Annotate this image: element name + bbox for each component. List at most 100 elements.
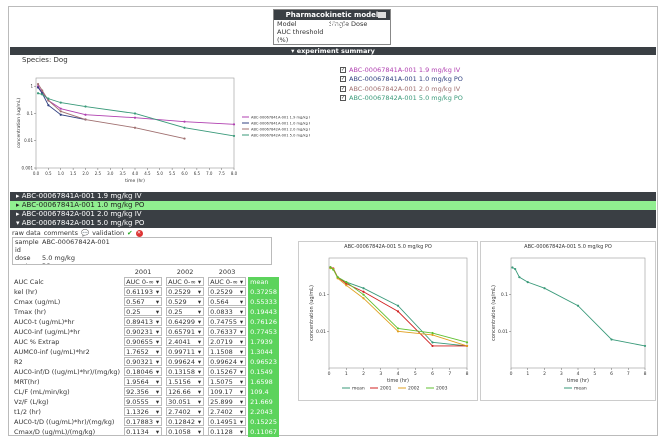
summary-chart-legend: ABC-00067841A-001 1.9 mg/kg IV ABC-000678… (242, 116, 310, 138)
x-tick-label: 8 (644, 371, 647, 377)
pk-options-panel: Pharmacokinetic model options Model Sing… (273, 9, 391, 45)
value-select[interactable]: 2.0719 ▾ (208, 337, 247, 346)
value-select[interactable]: 2.4041 ▾ (166, 337, 205, 346)
value-select[interactable]: 9.0555 ▾ (124, 397, 163, 406)
tab-comments[interactable]: comments (44, 229, 78, 237)
y-axis-label: concentration (ug/mL) (309, 285, 315, 341)
value-select[interactable]: 0.25 ▾ (166, 307, 205, 316)
legend-checkbox[interactable]: ✓ (340, 85, 346, 92)
value-select[interactable]: 0.1128 ▾ (208, 427, 247, 436)
group-row[interactable]: ▸ ABC-00067842A-001 2.0 mg/kg IV (10, 210, 656, 219)
legend-item[interactable]: ✓ ABC-00067841A-001 1.0 mg/kg PO (340, 75, 463, 85)
x-tick-label: 3 (379, 371, 382, 377)
auc-calc-select[interactable]: AUC 0-∞ ▾ (166, 277, 205, 286)
x-tick-label: 1 (526, 371, 529, 377)
x-tick-label: 6.5 (194, 171, 201, 176)
value-select[interactable]: 0.99711 ▾ (166, 347, 205, 356)
menu-icon[interactable] (378, 12, 386, 18)
legend-item[interactable]: ✓ ABC-00067842A-001 5.0 mg/kg PO (340, 94, 463, 104)
select-value: 9.0555 (126, 398, 149, 406)
legend-label: ABC-00067842A-001 5.0 mg/kg PO (349, 94, 463, 103)
value-select[interactable]: 0.99624 ▾ (208, 357, 247, 366)
auc-calc-select[interactable]: AUC 0-∞ ▾ (124, 277, 163, 286)
value-select[interactable]: 0.76337 ▾ (208, 327, 247, 336)
value-select[interactable]: 0.89413 ▾ (124, 317, 163, 326)
mean-cell: 2.2043 (248, 407, 279, 417)
value-select[interactable]: 0.65791 ▾ (166, 327, 205, 336)
value-select[interactable]: 30.051 ▾ (166, 397, 205, 406)
value-select[interactable]: 92.356 ▾ (124, 387, 163, 396)
value-select[interactable]: 0.12842 ▾ (166, 417, 205, 426)
value-select[interactable]: 0.0833 ▾ (208, 307, 247, 316)
legend-entry: ABC-00067841A-001 1.9 mg/kg IV (251, 116, 310, 120)
sample-value: PO (42, 262, 51, 264)
tab-raw-data[interactable]: raw data (12, 229, 41, 237)
experiment-summary-bar[interactable]: ▾ experiment summary (10, 47, 656, 55)
value-select[interactable]: 1.5075 ▾ (208, 377, 247, 386)
data-point (84, 118, 87, 121)
check-icon[interactable]: ✔ (127, 229, 132, 237)
select-value: 0.567 (126, 298, 145, 306)
group-label: ABC-00067841A-001 1.9 mg/kg IV (21, 192, 142, 200)
value-select[interactable]: 1.1326 ▾ (124, 407, 163, 416)
close-icon[interactable]: ✕ (135, 229, 143, 237)
value-select[interactable]: 2.7402 ▾ (166, 407, 205, 416)
value-select[interactable]: 0.1058 ▾ (166, 427, 205, 436)
value-select[interactable]: 0.567 ▾ (124, 297, 163, 306)
value-select[interactable]: 0.17883 ▾ (124, 417, 163, 426)
row-label: AUC % Extrap (14, 338, 60, 346)
value-select[interactable]: 109.17 ▾ (208, 387, 247, 396)
value-select[interactable]: 0.529 ▾ (166, 297, 205, 306)
group-row[interactable]: ▸ ABC-00067841A-001 1.9 mg/kg IV (10, 192, 656, 201)
legend-label: ABC-00067842A-001 2.0 mg/kg IV (349, 84, 461, 93)
value-select[interactable]: 0.25 ▾ (124, 307, 163, 316)
value-select[interactable]: 2.7402 ▾ (208, 407, 247, 416)
value-select[interactable]: 1.9564 ▾ (124, 377, 163, 386)
tab-validation[interactable]: validation (92, 229, 124, 237)
mean-cell: mean (248, 277, 279, 287)
group-row[interactable]: ▾ ABC-00067842A-001 5.0 mg/kg PO (10, 219, 656, 228)
chevron-down-icon: ▾ (155, 408, 160, 416)
value-select[interactable]: 1.5156 ▾ (166, 377, 205, 386)
value-select[interactable]: 0.90655 ▾ (124, 337, 163, 346)
group-row[interactable]: ▸ ABC-00067841A-001 1.0 mg/kg PO (10, 201, 656, 210)
value-select[interactable]: 0.90321 ▾ (124, 357, 163, 366)
data-point (36, 92, 40, 95)
value-select[interactable]: 0.2529 ▾ (166, 287, 205, 296)
value-select[interactable]: 0.13158 ▾ (166, 367, 205, 376)
chevron-down-icon: ▾ (239, 428, 244, 436)
value-select[interactable]: 0.14951 ▾ (208, 417, 247, 426)
auc-calc-select[interactable]: AUC 0-∞ ▾ (208, 277, 247, 286)
x-tick-label: 5 (414, 371, 417, 377)
value-select[interactable]: 0.1134 ▾ (124, 427, 163, 436)
legend-checkbox[interactable]: ✓ (340, 66, 346, 73)
legend-item[interactable]: ✓ ABC-00067842A-001 2.0 mg/kg IV (340, 84, 463, 94)
table-row: AUC0-inf/D ((ug/mL)*hr)/(mg/kg) 0.18046 ▾ 0… (12, 367, 279, 377)
value-select[interactable]: 0.15267 ▾ (208, 367, 247, 376)
value-select[interactable]: 0.564 ▾ (208, 297, 247, 306)
value-select[interactable]: 0.64299 ▾ (166, 317, 205, 326)
value-select[interactable]: 126.66 ▾ (166, 387, 205, 396)
value-select[interactable]: 0.74755 ▾ (208, 317, 247, 326)
value-select[interactable]: 0.61193 ▾ (124, 287, 163, 296)
legend-item[interactable]: ✓ ABC-00067841A-001 1.9 mg/kg IV (340, 65, 463, 75)
x-tick-label: 0.0 (33, 171, 40, 176)
chevron-down-icon: ▾ (197, 298, 202, 306)
legend-checkbox[interactable]: ✓ (340, 76, 346, 83)
comment-icon: 💬 (80, 229, 90, 237)
pk-options-header[interactable]: Pharmacokinetic model options (274, 10, 390, 29)
value-select[interactable]: 0.18046 ▾ (124, 367, 163, 376)
value-select[interactable]: 0.99624 ▾ (166, 357, 205, 366)
legend-checkbox[interactable]: ✓ (340, 95, 346, 102)
data-point (526, 281, 529, 284)
row-label: AUC0-inf (ug/mL)*hr (14, 328, 81, 336)
value-select[interactable]: 25.899 ▾ (208, 397, 247, 406)
row-label: kel (hr) (14, 288, 38, 296)
value-select[interactable]: 1.1508 ▾ (208, 347, 247, 356)
pk-option-auc[interactable]: AUC threshold (%) (274, 28, 390, 44)
value-select[interactable]: 0.2529 ▾ (208, 287, 247, 296)
row-label: AUC0-t/D ((ug/mL)*hr)/(mg/kg) (14, 418, 115, 426)
value-select[interactable]: 0.90231 ▾ (124, 327, 163, 336)
value-select[interactable]: 1.7652 ▾ (124, 347, 163, 356)
x-axis-label: time (hr) (567, 378, 589, 384)
